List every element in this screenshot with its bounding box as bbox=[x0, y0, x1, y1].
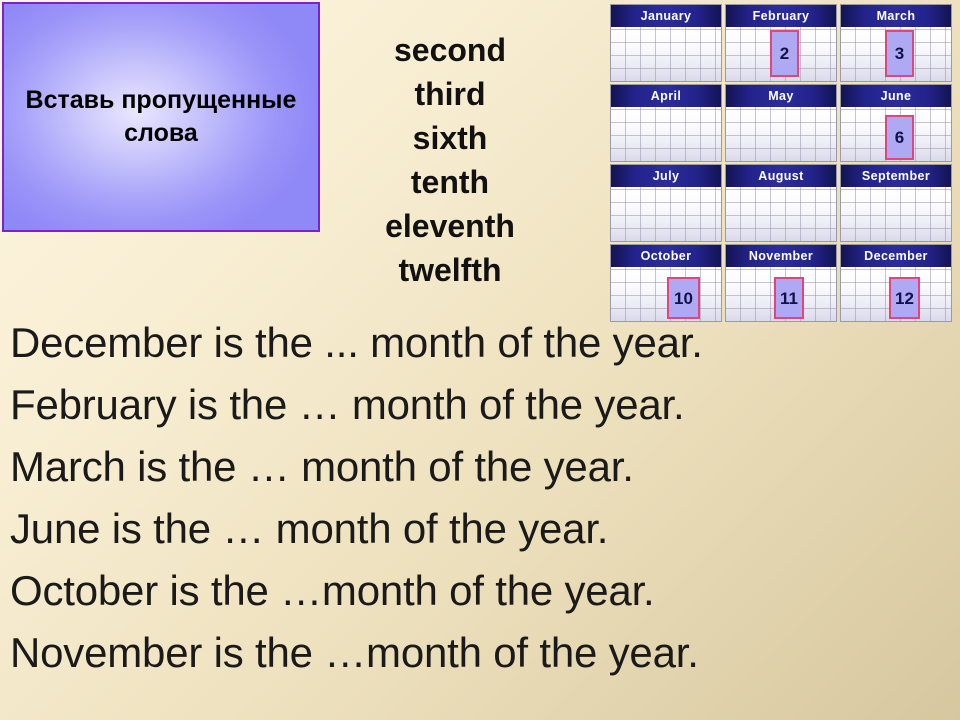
grid-lines bbox=[841, 187, 951, 241]
month-name-label: September bbox=[841, 165, 951, 187]
word-bank: second third sixth tenth eleventh twelft… bbox=[330, 28, 570, 292]
month-day-grid: 6 bbox=[841, 107, 951, 161]
grid-lines bbox=[611, 187, 721, 241]
calendar-month-may: May bbox=[725, 84, 837, 162]
highlighted-day[interactable]: 3 bbox=[885, 30, 914, 77]
month-name-label: June bbox=[841, 85, 951, 107]
month-day-grid bbox=[726, 107, 836, 161]
sentence-line: October is the …month of the year. bbox=[10, 567, 655, 614]
calendar-month-july: July bbox=[610, 164, 722, 242]
grid-lines bbox=[726, 187, 836, 241]
exercise-sentences: December is the ... month of the year. F… bbox=[10, 312, 950, 684]
grid-lines bbox=[611, 27, 721, 81]
sentence-line: June is the … month of the year. bbox=[10, 505, 609, 552]
grid-lines bbox=[726, 107, 836, 161]
month-name-label: August bbox=[726, 165, 836, 187]
sentence-line: February is the … month of the year. bbox=[10, 381, 685, 428]
calendar-month-october: October 10 bbox=[610, 244, 722, 322]
word-bank-item[interactable]: tenth bbox=[330, 160, 570, 204]
page-title: Вставь пропущенные слова bbox=[25, 86, 297, 147]
month-day-grid bbox=[611, 27, 721, 81]
word-bank-item[interactable]: third bbox=[330, 72, 570, 116]
title-box: Вставь пропущенные слова bbox=[2, 2, 320, 232]
word-bank-item[interactable]: sixth bbox=[330, 116, 570, 160]
month-name-label: November bbox=[726, 245, 836, 267]
month-name-label: May bbox=[726, 85, 836, 107]
word-bank-item[interactable]: second bbox=[330, 28, 570, 72]
month-day-grid bbox=[726, 187, 836, 241]
month-day-grid bbox=[611, 187, 721, 241]
month-day-grid bbox=[841, 187, 951, 241]
calendar-month-february: February 2 bbox=[725, 4, 837, 82]
sentence-line: November is the …month of the year. bbox=[10, 629, 699, 676]
calendar-month-september: September bbox=[840, 164, 952, 242]
calendar-month-august: August bbox=[725, 164, 837, 242]
slide-canvas: Вставь пропущенные слова second third si… bbox=[0, 0, 960, 720]
month-name-label: February bbox=[726, 5, 836, 27]
word-bank-item[interactable]: eleventh bbox=[330, 204, 570, 248]
month-name-label: July bbox=[611, 165, 721, 187]
highlighted-day[interactable]: 6 bbox=[885, 115, 914, 160]
calendar-month-april: April bbox=[610, 84, 722, 162]
month-name-label: March bbox=[841, 5, 951, 27]
sentence-line: March is the … month of the year. bbox=[10, 443, 634, 490]
month-day-grid: 3 bbox=[841, 27, 951, 81]
sentence-line: December is the ... month of the year. bbox=[10, 319, 703, 366]
month-name-label: December bbox=[841, 245, 951, 267]
month-name-label: April bbox=[611, 85, 721, 107]
word-bank-item[interactable]: twelfth bbox=[330, 248, 570, 292]
calendar-grid: January February 2 March 3 April May Jun… bbox=[610, 4, 952, 322]
month-name-label: October bbox=[611, 245, 721, 267]
highlighted-day[interactable]: 2 bbox=[770, 30, 799, 77]
month-name-label: January bbox=[611, 5, 721, 27]
grid-lines bbox=[611, 107, 721, 161]
calendar-month-june: June 6 bbox=[840, 84, 952, 162]
calendar-month-march: March 3 bbox=[840, 4, 952, 82]
calendar-month-january: January bbox=[610, 4, 722, 82]
calendar-month-november: November 11 bbox=[725, 244, 837, 322]
month-day-grid: 2 bbox=[726, 27, 836, 81]
calendar-month-december: December 12 bbox=[840, 244, 952, 322]
month-day-grid bbox=[611, 107, 721, 161]
